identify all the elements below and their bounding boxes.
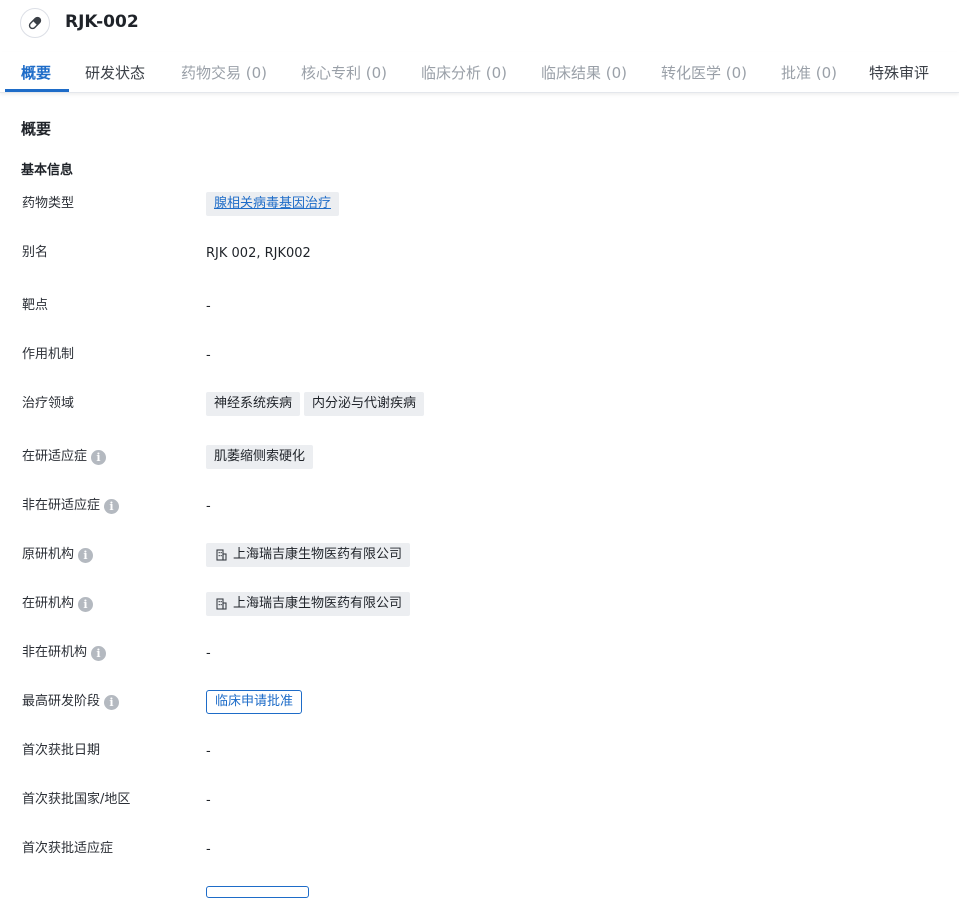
drug-type-tag[interactable]: 腺相关病毒基因治疗	[206, 192, 340, 216]
row-originator: 原研机构 i 上海瑞吉康生物医药有限公司	[0, 541, 959, 569]
tab-drug-deals[interactable]: 药物交易 (0)	[181, 62, 267, 83]
row-therapeutic-area: 治疗领域 神经系统疾病 内分泌与代谢疾病	[0, 390, 959, 418]
row-drug-type: 药物类型 腺相关病毒基因治疗	[0, 190, 959, 218]
field-label: 靶点	[22, 298, 49, 313]
field-label: 非在研机构 i	[22, 639, 107, 667]
building-icon	[216, 598, 227, 610]
field-label: 别名	[22, 245, 49, 260]
organization-tag[interactable]: 上海瑞吉康生物医药有限公司	[206, 543, 411, 567]
field-label: 最高研发阶段 i	[22, 688, 120, 716]
field-label: 首次获批日期	[22, 743, 101, 758]
active-tab-indicator	[5, 89, 69, 92]
row-highest-phase: 最高研发阶段 i 临床申请批准	[0, 688, 959, 716]
target-value: -	[206, 298, 211, 314]
info-icon[interactable]: i	[78, 547, 94, 563]
row-first-approval-indication: 首次获批适应症 -	[0, 835, 959, 863]
therapeutic-area-tag[interactable]: 内分泌与代谢疾病	[304, 392, 425, 416]
field-label: 首次获批适应症	[22, 841, 114, 856]
row-active-org: 在研机构 i 上海瑞吉康生物医药有限公司	[0, 590, 959, 618]
inactive-indication-value: -	[206, 498, 211, 514]
indication-tag[interactable]: 肌萎缩侧索硬化	[206, 445, 314, 469]
row-active-indication: 在研适应症 i 肌萎缩侧索硬化	[0, 443, 959, 471]
field-label: 原研机构 i	[22, 541, 94, 569]
info-icon[interactable]: i	[104, 694, 120, 710]
therapeutic-area-tag[interactable]: 神经系统疾病	[206, 392, 301, 416]
row-mechanism: 作用机制 -	[0, 341, 959, 369]
pill-icon	[20, 8, 50, 38]
info-icon[interactable]: i	[91, 449, 107, 465]
field-label: 作用机制	[22, 347, 75, 362]
row-alias: 别名 RJK 002, RJK002	[0, 239, 959, 267]
building-icon	[216, 549, 227, 561]
organization-tag[interactable]: 上海瑞吉康生物医药有限公司	[206, 592, 411, 616]
tab-special-review[interactable]: 特殊审评	[869, 62, 929, 83]
row-first-approval-date: 首次获批日期 -	[0, 737, 959, 765]
row-target: 靶点 -	[0, 292, 959, 320]
tab-clinical-results[interactable]: 临床结果 (0)	[541, 62, 627, 83]
page-title: RJK-002	[65, 12, 139, 32]
first-approval-indication-value: -	[206, 841, 211, 857]
row-inactive-indication: 非在研适应症 i -	[0, 492, 959, 520]
tab-rd-status[interactable]: 研发状态	[85, 62, 145, 83]
tab-core-patents[interactable]: 核心专利 (0)	[301, 62, 387, 83]
inactive-org-value: -	[206, 645, 211, 661]
tab-clinical-analysis[interactable]: 临床分析 (0)	[421, 62, 507, 83]
cut-off-badge	[206, 886, 309, 898]
subsection-title: 基本信息	[21, 163, 74, 178]
mechanism-value: -	[206, 347, 211, 363]
info-icon[interactable]: i	[91, 645, 107, 661]
field-label: 在研适应症 i	[22, 443, 107, 471]
row-first-approval-country: 首次获批国家/地区 -	[0, 786, 959, 814]
tab-overview[interactable]: 概要	[21, 62, 51, 83]
phase-badge[interactable]: 临床申请批准	[206, 690, 303, 714]
field-label: 首次获批国家/地区	[22, 792, 131, 807]
tab-bar: 概要 研发状态 药物交易 (0) 核心专利 (0) 临床分析 (0) 临床结果 …	[0, 52, 959, 93]
tab-approvals[interactable]: 批准 (0)	[781, 62, 837, 83]
info-icon[interactable]: i	[104, 498, 120, 514]
row-inactive-org: 非在研机构 i -	[0, 639, 959, 667]
field-label: 药物类型	[22, 196, 75, 211]
alias-value: RJK 002, RJK002	[206, 245, 311, 261]
tab-translational-medicine[interactable]: 转化医学 (0)	[661, 62, 747, 83]
field-label: 在研机构 i	[22, 590, 94, 618]
first-approval-date-value: -	[206, 743, 211, 759]
section-title: 概要	[21, 120, 52, 138]
field-label: 非在研适应症 i	[22, 492, 120, 520]
page-header: RJK-002	[0, 0, 959, 48]
first-approval-country-value: -	[206, 792, 211, 808]
field-label: 治疗领域	[22, 396, 75, 411]
info-icon[interactable]: i	[78, 596, 94, 612]
